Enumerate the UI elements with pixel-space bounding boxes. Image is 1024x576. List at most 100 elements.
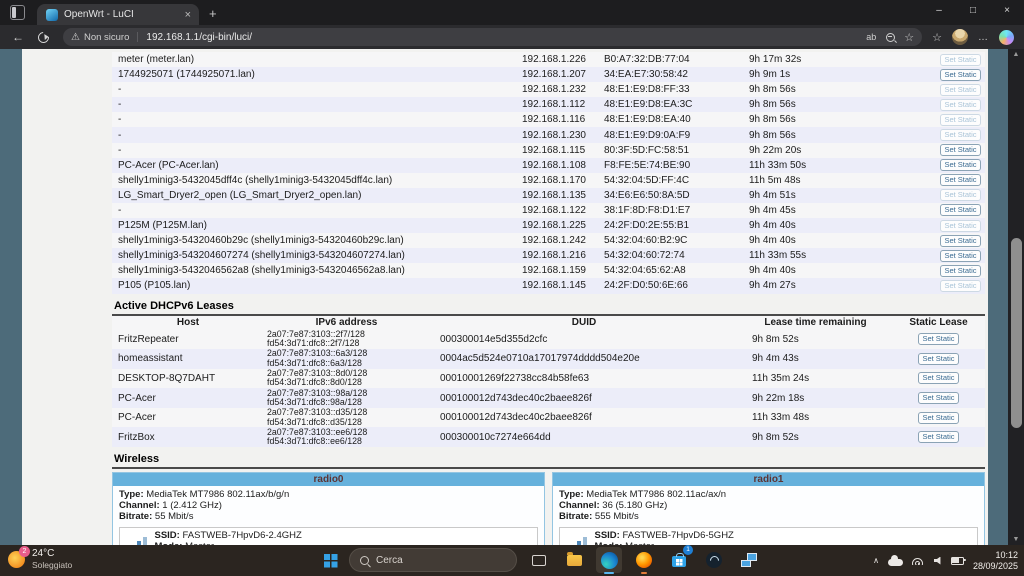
speedtest-button[interactable] [701, 547, 727, 573]
lease-action-cell: Set Static [940, 159, 985, 171]
tab-title: OpenWrt - LuCI [64, 9, 179, 20]
set-static-button[interactable]: Set Static [940, 114, 981, 126]
onedrive-icon[interactable] [888, 559, 903, 566]
taskbar-clock[interactable]: 10:12 28/09/2025 [973, 550, 1018, 571]
zoom-out-icon[interactable] [886, 33, 895, 42]
lease-hostname: - [112, 145, 522, 156]
more-menu-icon[interactable]: … [978, 32, 989, 43]
wifi-icon[interactable] [912, 556, 925, 565]
lease-action-cell: Set Static [940, 99, 985, 111]
set-static-button[interactable]: Set Static [918, 412, 959, 424]
task-view-icon [532, 555, 546, 566]
maximize-button[interactable]: □ [956, 0, 990, 25]
lease6-action-cell: Set Static [892, 392, 985, 404]
windows-taskbar: 2 24°C Soleggiato Cerca 1 ∧ [0, 545, 1024, 576]
speaker-icon[interactable] [934, 557, 942, 565]
refresh-icon[interactable] [36, 29, 51, 44]
scrollbar-thumb[interactable] [1011, 238, 1022, 428]
lease-time: 9h 4m 40s [749, 265, 940, 276]
task-view-button[interactable] [526, 547, 552, 573]
file-explorer-button[interactable] [561, 547, 587, 573]
set-static-button[interactable]: Set Static [940, 189, 981, 201]
firefox-button[interactable] [631, 547, 657, 573]
set-static-button[interactable]: Set Static [940, 129, 981, 141]
scroll-down-icon[interactable]: ▼ [1008, 536, 1024, 543]
lease-time: 9h 17m 32s [749, 54, 940, 65]
set-static-button[interactable]: Set Static [940, 204, 981, 216]
battery-icon[interactable] [951, 557, 964, 565]
clock-time: 10:12 [973, 550, 1018, 561]
dhcpv6-section-title: Active DHCPv6 Leases [112, 298, 985, 316]
taskbar-search[interactable]: Cerca [349, 548, 517, 572]
store-button[interactable]: 1 [666, 547, 692, 573]
close-window-button[interactable]: × [990, 0, 1024, 25]
lease-mac: 80:3F:5D:FC:58:51 [604, 145, 749, 156]
tray-chevron-icon[interactable]: ∧ [873, 556, 879, 565]
browser-tab[interactable]: OpenWrt - LuCI × [37, 4, 199, 25]
back-button[interactable]: ← [12, 30, 24, 44]
set-static-button[interactable]: Set Static [940, 144, 981, 156]
lease-time: 9h 9m 1s [749, 69, 940, 80]
set-static-button[interactable]: Set Static [940, 235, 981, 247]
browser-toolbar: ← ⚠ Non sicuro 192.168.1.1/cgi-bin/luci/… [0, 25, 1024, 50]
set-static-button[interactable]: Set Static [940, 265, 981, 277]
new-tab-button[interactable]: + [209, 6, 217, 21]
lease6-hostname: PC-Acer [112, 412, 264, 423]
lease-mac: 48:E1:E9:D8:EA:3C [604, 99, 749, 110]
lease-ipv4: 192.168.1.216 [522, 250, 604, 261]
set-static-button[interactable]: Set Static [940, 174, 981, 186]
set-static-button[interactable]: Set Static [918, 372, 959, 384]
profile-avatar[interactable] [952, 29, 968, 45]
page-scrollbar[interactable]: ▲ ▼ [1008, 49, 1024, 545]
page-content: meter (meter.lan) 192.168.1.226 B0:A7:32… [22, 49, 988, 545]
set-static-button[interactable]: Set Static [918, 353, 959, 365]
url-divider [137, 32, 138, 42]
ssid-label: SSID: [155, 530, 180, 541]
window-controls: – □ × [922, 0, 1024, 25]
radio-bitrate-line: Bitrate: 55 Mbit/s [119, 512, 538, 523]
lease6-time: 9h 8m 52s [739, 432, 892, 443]
minimize-button[interactable]: – [922, 0, 956, 25]
set-static-button[interactable]: Set Static [918, 392, 959, 404]
bookmark-star-icon[interactable]: ☆ [904, 31, 914, 44]
set-static-button[interactable]: Set Static [940, 84, 981, 96]
lease-hostname: P105 (P105.lan) [112, 280, 522, 291]
folder-icon [567, 555, 582, 566]
lease-time: 9h 8m 56s [749, 114, 940, 125]
edge-button[interactable] [596, 547, 622, 573]
favorites-list-icon[interactable]: ☆ [932, 31, 942, 44]
set-static-button[interactable]: Set Static [940, 220, 981, 232]
wifi-network-details: SSID: FASTWEB-7HpvD6-2.4GHZ Mode: Master… [155, 531, 376, 545]
set-static-button[interactable]: Set Static [940, 69, 981, 81]
set-static-button[interactable]: Set Static [940, 280, 981, 292]
lease-action-cell: Set Static [940, 204, 985, 216]
security-label[interactable]: Non sicuro [84, 32, 129, 43]
lease6-ipv6: 2a07:7e87:3103::98a/128fd54:3d71:dfc8::9… [264, 389, 429, 408]
lease-mac: 48:E1:E9:D8:EA:40 [604, 114, 749, 125]
url-text[interactable]: 192.168.1.1/cgi-bin/luci/ [146, 32, 857, 43]
dhcp4-lease-row: meter (meter.lan) 192.168.1.226 B0:A7:32… [112, 52, 985, 67]
lease-mac: F8:FE:5E:74:BE:90 [604, 160, 749, 171]
copilot-icon[interactable] [999, 30, 1014, 45]
tab-close-icon[interactable]: × [185, 9, 191, 21]
lease6-time: 9h 4m 43s [739, 353, 892, 364]
set-static-button[interactable]: Set Static [918, 333, 959, 345]
warning-icon: ⚠ [71, 32, 80, 43]
set-static-button[interactable]: Set Static [940, 54, 981, 66]
weather-widget[interactable]: 2 24°C Soleggiato [8, 548, 72, 570]
set-static-button[interactable]: Set Static [918, 431, 959, 443]
workspaces-icon[interactable] [10, 5, 25, 20]
network-app-button[interactable] [736, 547, 762, 573]
translate-icon[interactable]: ab [866, 32, 876, 42]
set-static-button[interactable]: Set Static [940, 159, 981, 171]
lease6-duid: 0004ac5d524e0710a17017974dddd504e20e [429, 353, 739, 364]
start-button[interactable] [324, 554, 330, 560]
set-static-button[interactable]: Set Static [940, 250, 981, 262]
address-bar[interactable]: ⚠ Non sicuro 192.168.1.1/cgi-bin/luci/ a… [63, 28, 922, 46]
set-static-button[interactable]: Set Static [940, 99, 981, 111]
lease-time: 11h 5m 48s [749, 175, 940, 186]
scroll-up-icon[interactable]: ▲ [1008, 51, 1024, 58]
dhcp4-lease-row: 1744925071 (1744925071.lan) 192.168.1.20… [112, 67, 985, 82]
type-value: MediaTek MT7986 802.11ax/b/g/n [146, 489, 289, 500]
ssid-value: FASTWEB-7HpvD6-2.4GHZ [182, 530, 301, 541]
